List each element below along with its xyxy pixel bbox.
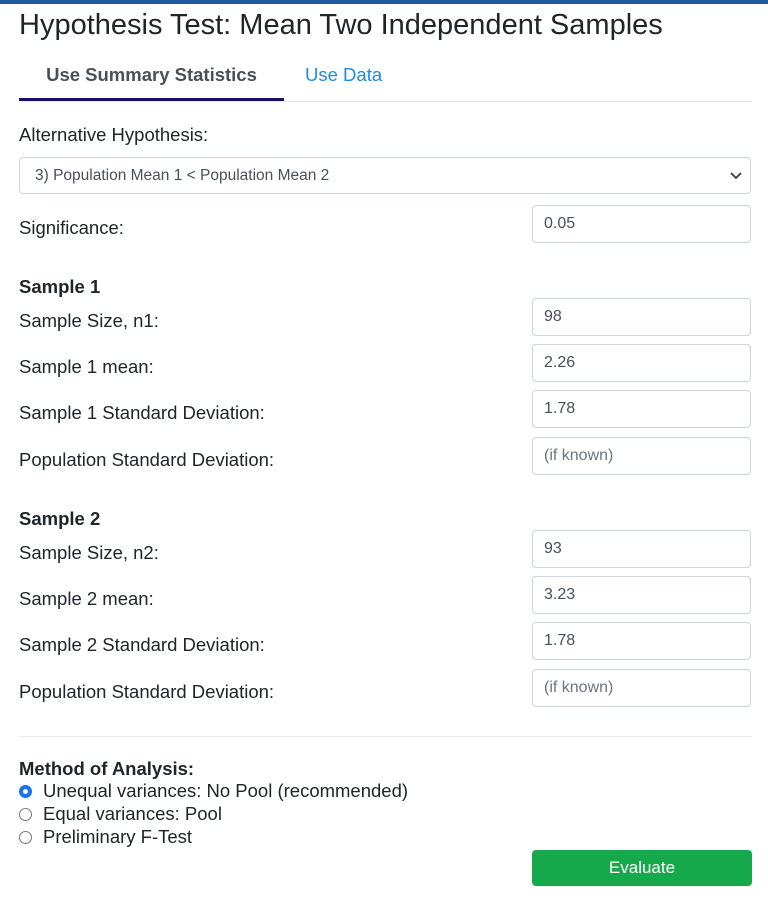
sample-2-heading: Sample 2 [19,508,101,529]
radio-checked-icon[interactable] [19,784,32,798]
sample-1-sd-label: Sample 1 Standard Deviation: [19,402,265,423]
method-option-label: Equal variances: Pool [43,803,222,824]
alternative-hypothesis-select[interactable]: 3) Population Mean 1 < Population Mean 2 [19,157,751,194]
method-of-analysis-heading: Method of Analysis: [19,758,195,779]
method-option-f-test[interactable]: Preliminary F-Test [19,826,192,848]
sample-2-sd-label: Sample 2 Standard Deviation: [19,634,265,655]
sample-2-mean-input[interactable] [532,576,751,614]
method-option-label: Preliminary F-Test [43,826,193,847]
chevron-down-icon [730,172,742,180]
top-accent-bar [0,0,768,4]
sample-1-size-label: Sample Size, n1: [19,310,159,331]
tab-bar: Use Summary Statistics Use Data [19,55,752,102]
sample-2-pop-sd-input[interactable] [532,669,751,707]
sample-2-size-label: Sample Size, n2: [19,542,159,563]
tab-use-data[interactable]: Use Data [305,55,382,99]
sample-1-size-input[interactable] [532,298,751,336]
sample-2-sd-input[interactable] [532,622,751,660]
method-option-no-pool[interactable]: Unequal variances: No Pool (recommended) [19,780,408,802]
method-option-pool[interactable]: Equal variances: Pool [19,803,222,825]
alternative-hypothesis-selected: 3) Population Mean 1 < Population Mean 2 [35,167,330,184]
alternative-hypothesis-label: Alternative Hypothesis: [19,124,209,145]
sample-1-mean-label: Sample 1 mean: [19,356,154,377]
sample-2-pop-sd-label: Population Standard Deviation: [19,681,275,702]
evaluate-button[interactable]: Evaluate [532,850,752,886]
page-title: Hypothesis Test: Mean Two Independent Sa… [19,9,663,41]
method-option-label: Unequal variances: No Pool (recommended) [43,780,409,801]
significance-label: Significance: [19,217,124,238]
section-divider [19,736,752,737]
sample-1-heading: Sample 1 [19,276,101,297]
sample-2-mean-label: Sample 2 mean: [19,588,154,609]
significance-input[interactable] [532,205,751,243]
sample-1-mean-input[interactable] [532,344,751,382]
radio-unchecked-icon[interactable] [19,830,32,844]
tab-use-summary-statistics[interactable]: Use Summary Statistics [19,55,284,101]
sample-1-pop-sd-label: Population Standard Deviation: [19,449,275,470]
sample-1-sd-input[interactable] [532,390,751,428]
sample-2-size-input[interactable] [532,530,751,568]
sample-1-pop-sd-input[interactable] [532,437,751,475]
radio-unchecked-icon[interactable] [19,807,32,821]
